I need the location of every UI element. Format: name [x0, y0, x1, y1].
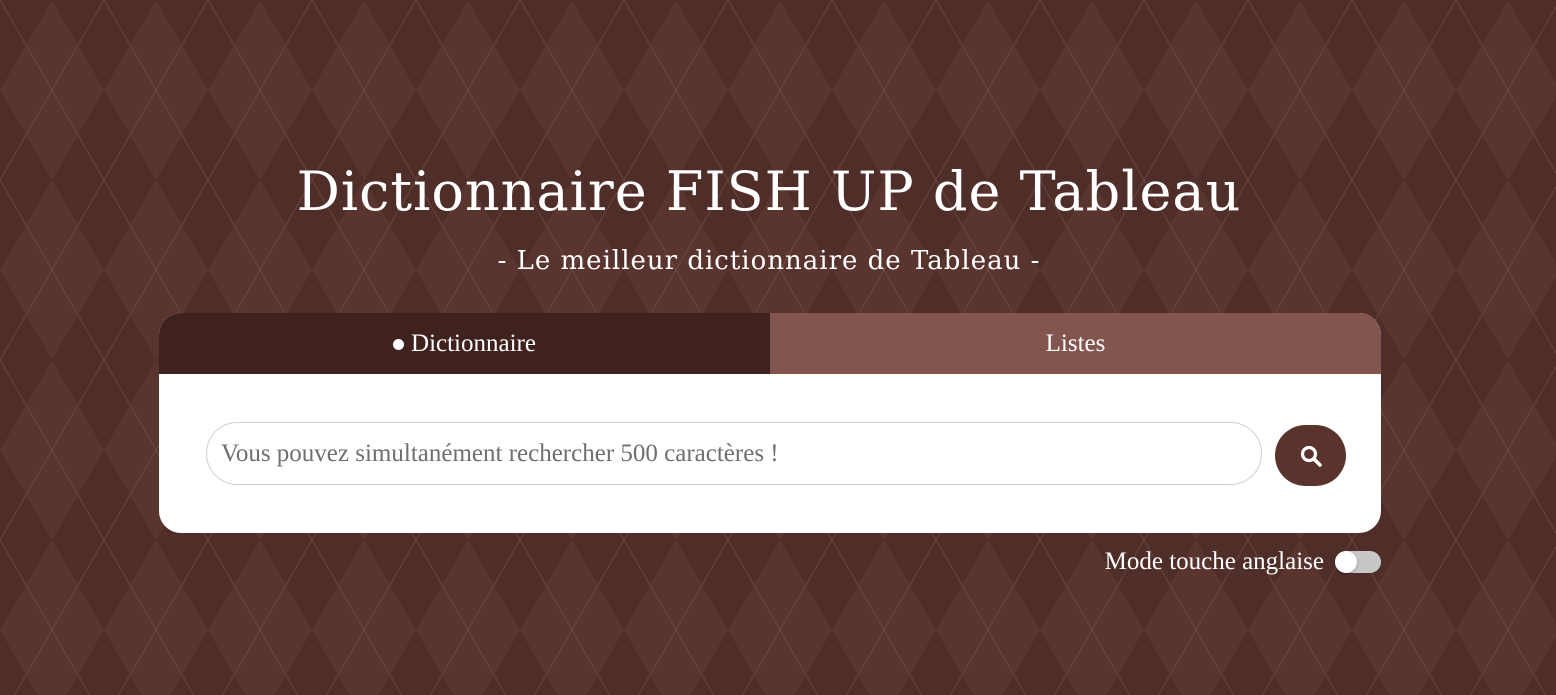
tab-dictionnaire[interactable]: Dictionnaire: [159, 313, 770, 374]
mode-toggle[interactable]: [1335, 551, 1381, 573]
search-input[interactable]: [206, 422, 1262, 485]
mode-row: Mode touche anglaise: [1000, 545, 1381, 579]
tab-dictionnaire-label: Dictionnaire: [411, 329, 536, 357]
page-subtitle: - Le meilleur dictionnaire de Tableau -: [497, 246, 1041, 276]
tab-bar: Dictionnaire Listes: [159, 313, 1381, 374]
tab-listes-label: Listes: [1045, 329, 1106, 357]
page-title: Dictionnaire FISH UP de Tableau: [296, 160, 1242, 223]
tab-listes[interactable]: Listes: [770, 313, 1381, 374]
search-button[interactable]: [1275, 425, 1346, 486]
search-icon: [1300, 445, 1322, 467]
hero: Dictionnaire FISH UP de Tableau - Le mei…: [0, 0, 1556, 695]
toggle-knob: [1335, 551, 1357, 573]
active-dot-icon: [393, 339, 405, 350]
mode-label: Mode touche anglaise: [1104, 548, 1324, 575]
search-card: Dictionnaire Listes: [159, 313, 1381, 533]
